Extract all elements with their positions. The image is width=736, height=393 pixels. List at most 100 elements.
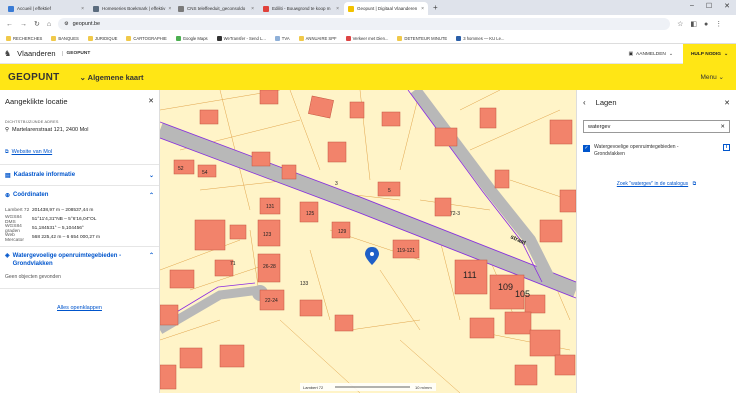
new-tab-button[interactable]: + xyxy=(429,2,442,15)
scale-label: Lambert 72 xyxy=(303,385,324,390)
house-number: 133 xyxy=(300,281,309,287)
browser-tab-2[interactable]: Homeseries Boekmark | effektiv × xyxy=(89,2,173,15)
user-icon: ▣ xyxy=(628,51,634,57)
bookmark-item[interactable]: TVA xyxy=(274,35,290,41)
window-controls: – ☐ ✕ xyxy=(690,2,730,10)
reload-icon[interactable]: ↻ xyxy=(34,20,40,28)
address-bar: ← → ↻ ⌂ ⚙ geopunt.be ☆ ◧ ● ⋮ xyxy=(0,15,736,33)
layer-item[interactable]: ✓ Watergevoelige openruimtegebieden - Gr… xyxy=(577,133,736,158)
panel-title: Lagen xyxy=(595,98,617,107)
tab-favicon-icon xyxy=(263,5,269,12)
browser-tab-3[interactable]: CNS teleffeeduit_geconsoldo × xyxy=(174,2,258,15)
close-tab-icon[interactable]: × xyxy=(168,6,171,12)
brand-name[interactable]: Vlaanderen xyxy=(17,49,55,58)
chevron-up-icon: ⌃ xyxy=(148,253,154,259)
bookmark-item[interactable]: JURIDIQUE xyxy=(87,35,117,41)
url-field[interactable]: ⚙ geopunt.be xyxy=(58,18,671,30)
bookmark-item[interactable]: Verkeer met Dien... xyxy=(345,35,388,41)
chevron-down-icon: ⌄ xyxy=(723,51,728,57)
layer-checkbox[interactable]: ✓ xyxy=(583,145,590,152)
close-tab-icon[interactable]: × xyxy=(81,6,84,12)
expand-all-link[interactable]: Alles openklappen xyxy=(57,305,102,311)
water-layer-section-toggle[interactable]: ◈ Watergevoelige openruimtegebieden - Gro… xyxy=(0,247,159,268)
browser-tab-1[interactable]: Accueil | effektief × xyxy=(4,2,88,15)
house-number: 123 xyxy=(263,232,272,238)
external-link-icon: ⧉ xyxy=(5,149,9,155)
map-selector[interactable]: ⌄ Algemene kaart xyxy=(80,73,144,82)
tab-favicon-icon xyxy=(8,5,14,12)
header-actions: ▣ AANMELDEN ⌄ HULP NODIG ⌄ xyxy=(619,44,736,64)
scale-right-label: 10 m/mm xyxy=(415,385,432,390)
page-icon xyxy=(456,35,462,41)
close-tab-icon[interactable]: × xyxy=(336,6,339,12)
coordinate-row: Web Mercator 568 225,42 m – 6 654 000,27 … xyxy=(5,232,101,243)
house-number: 71 xyxy=(230,261,236,267)
sub-brand[interactable]: GEOPUNT xyxy=(61,51,90,56)
help-button[interactable]: HULP NODIG ⌄ xyxy=(682,44,736,64)
site-info-icon[interactable]: ⚙ xyxy=(64,21,68,27)
geopunt-logo[interactable]: GEOPUNT xyxy=(8,72,60,83)
app-bar: GEOPUNT ⌄ Algemene kaart Menu ⌄ xyxy=(0,64,736,90)
star-icon[interactable]: ☆ xyxy=(677,20,683,28)
website-link[interactable]: Website van Mol xyxy=(12,149,53,155)
house-number: 26-28 xyxy=(263,264,276,270)
close-tab-icon[interactable]: × xyxy=(251,6,254,12)
house-number: 131 xyxy=(266,204,275,210)
forward-icon[interactable]: → xyxy=(20,21,27,28)
menu-button[interactable]: Menu ⌄ xyxy=(700,73,724,81)
map-canvas[interactable]: 111 109 105 119-121 129 131 123 125 26-2… xyxy=(160,90,576,393)
kadaster-section-toggle[interactable]: ▤ Kadastrale informatie ⌄ xyxy=(0,165,159,185)
house-number: 3 xyxy=(335,181,338,187)
panel-title: Aangeklikte locatie xyxy=(5,97,68,106)
folder-icon xyxy=(87,35,93,41)
page-icon xyxy=(345,35,351,41)
bookmark-item[interactable]: DETENTEUR MINUTE xyxy=(397,35,447,41)
back-icon[interactable]: ← xyxy=(6,21,13,28)
browser-tab-bar: Accueil | effektief × Homeseries Boekmark… xyxy=(0,0,736,15)
chevron-up-icon: ⌃ xyxy=(148,192,154,199)
kebab-menu-icon[interactable]: ⋮ xyxy=(715,20,722,28)
no-objects-text: Geen objecten gevonden xyxy=(5,274,61,280)
close-icon[interactable]: ✕ xyxy=(148,97,154,106)
maximize-icon[interactable]: ☐ xyxy=(706,2,712,10)
bookmark-item[interactable]: 3 hommes — KU Le... xyxy=(456,35,504,41)
extensions-icon[interactable]: ◧ xyxy=(690,20,697,28)
bookmark-item[interactable]: WeTransfer - Send L... xyxy=(216,35,266,41)
browser-tab-5[interactable]: Geopunt | Digitaal Vlaanderen × xyxy=(344,2,428,15)
layer-search-input[interactable]: watergev ✕ xyxy=(583,120,730,133)
house-number: 125 xyxy=(306,211,315,217)
coordinates-section-toggle[interactable]: ⊕ Coördinaten ⌃ xyxy=(0,186,159,204)
info-icon[interactable]: i xyxy=(723,144,730,151)
address-text: Martelarenstraat 121, 2400 Mol xyxy=(12,127,89,133)
scale-bar: Lambert 72 10 m/mm xyxy=(300,383,436,391)
external-link-icon: ⧉ xyxy=(692,181,697,187)
document-icon: ▤ xyxy=(5,172,11,179)
bookmark-item[interactable]: CARTOGRAPHIE xyxy=(126,35,167,41)
minimize-icon[interactable]: – xyxy=(690,2,694,10)
map-view[interactable]: 111 109 105 119-121 129 131 123 125 26-2… xyxy=(160,90,576,393)
close-tab-icon[interactable]: × xyxy=(421,6,424,12)
bookmark-item[interactable]: BANQUES xyxy=(51,35,79,41)
nearest-address-label: DICHTSTBIJZIJNDE ADRES xyxy=(5,120,59,124)
catalog-search-link[interactable]: Zoek "watergev" in de catalogus xyxy=(617,181,688,187)
location-pin-icon: ⚲ xyxy=(5,127,10,133)
login-button[interactable]: ▣ AANMELDEN ⌄ xyxy=(619,52,683,57)
chevron-down-icon: ⌄ xyxy=(148,172,154,179)
map-icon xyxy=(175,35,181,41)
browser-tab-4[interactable]: Ediliti - Bouwgrond te koop m × xyxy=(259,2,343,15)
layers-panel: ‹ Lagen ✕ watergev ✕ ✓ Watergevoelige op… xyxy=(576,90,736,393)
map-marker-icon[interactable] xyxy=(365,247,379,265)
bookmark-item[interactable]: Google Maps xyxy=(175,35,208,41)
home-icon[interactable]: ⌂ xyxy=(47,21,51,28)
bookmark-item[interactable]: RECHERCHES xyxy=(6,35,42,41)
back-arrow-icon[interactable]: ‹ xyxy=(583,98,586,107)
profile-icon[interactable]: ● xyxy=(704,21,708,28)
house-number: 105 xyxy=(515,289,530,299)
bookmark-item[interactable]: ANNUAIRE SPF xyxy=(298,35,337,41)
folder-icon xyxy=(298,35,304,41)
close-window-icon[interactable]: ✕ xyxy=(724,2,730,10)
clear-icon[interactable]: ✕ xyxy=(720,124,725,130)
flanders-lion-icon: ♞ xyxy=(4,49,12,58)
close-icon[interactable]: ✕ xyxy=(724,99,730,107)
house-number: 5 xyxy=(388,188,391,194)
